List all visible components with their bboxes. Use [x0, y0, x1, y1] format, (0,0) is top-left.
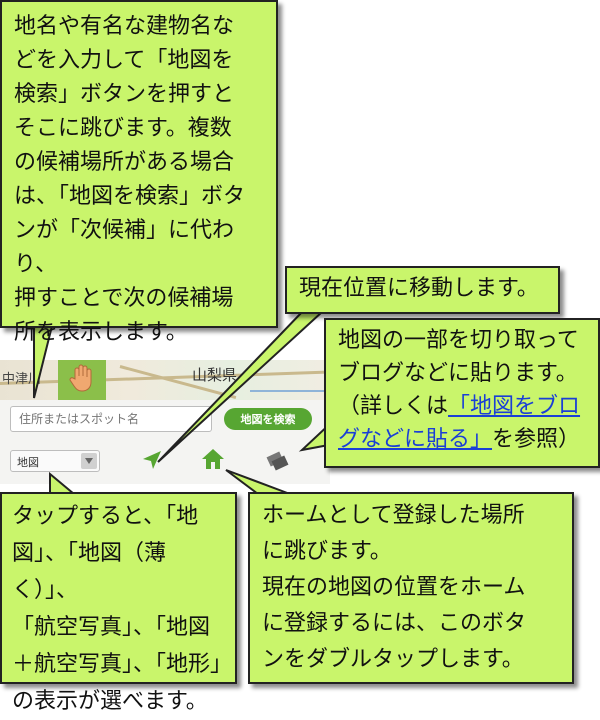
- pan-mode-button[interactable]: [58, 360, 106, 400]
- callout-line: 地名や有名な建物名な: [14, 14, 235, 39]
- map-type-select[interactable]: 地図: [10, 450, 100, 472]
- callout-line: 押すことで次の候補場: [14, 286, 234, 311]
- hand-icon: [69, 363, 95, 397]
- clip-help-link[interactable]: 「地図をブロ: [448, 394, 580, 419]
- callout-location-help: 現在位置に移動します。: [285, 266, 560, 314]
- callout-text: （詳しくは: [338, 394, 449, 419]
- callout-line: （詳しくは「地図をブロ: [338, 390, 590, 423]
- home-icon: [200, 447, 226, 475]
- callout-clip-help: 地図の一部を切り取って ブログなどに貼ります。 （詳しくは「地図をブロ グなどに…: [324, 318, 600, 468]
- map-view[interactable]: 中津川 山梨県: [0, 360, 330, 400]
- callout-line: タップすると、「地: [12, 504, 199, 529]
- callout-line: 検索」ボタンを押すと: [14, 82, 235, 107]
- callout-line: どを入力して「地図を: [14, 48, 234, 73]
- callout-line: ンをダブルタップします。: [262, 647, 524, 672]
- callout-line: ＋航空写真」、「地形」: [12, 652, 233, 677]
- current-location-button[interactable]: [138, 448, 166, 476]
- callout-line: に跳びます。: [262, 539, 392, 564]
- callout-line: 所を表示します。: [14, 320, 188, 345]
- callout-line: 地図の一部を切り取って: [338, 328, 579, 353]
- home-button[interactable]: [198, 446, 228, 476]
- callout-search-help: 地名や有名な建物名な どを入力して「地図を 検索」ボタンを押すと そこに跳びます…: [0, 0, 278, 345]
- callout-line: 現在の地図の位置をホーム: [262, 575, 526, 600]
- clip-help-link[interactable]: グなどに貼る」: [338, 427, 492, 452]
- callout-line: に登録するには、このボタ: [262, 611, 527, 636]
- map-place-label: 山梨県: [192, 366, 238, 384]
- search-input[interactable]: [10, 406, 212, 432]
- map-control-panel: 地図を検索 地図: [0, 400, 330, 484]
- callout-line: 図」、「地図（薄く）」、: [12, 541, 167, 603]
- callout-line: 現在位置に移動します。: [299, 276, 539, 301]
- callout-maptype-help: タップすると、「地 図」、「地図（薄く）」、 「航空写真」、「地図 ＋航空写真」…: [0, 492, 237, 714]
- callout-line: 「航空写真」、「地図: [12, 615, 211, 640]
- clip-map-button[interactable]: [262, 448, 292, 476]
- map-place-label: 中津川: [2, 372, 42, 387]
- callout-home-help: ホームとして登録した場所 に跳びます。 現在の地図の位置をホーム に登録するには…: [248, 492, 574, 684]
- location-arrow-icon: [141, 449, 163, 475]
- map-search-button[interactable]: 地図を検索: [224, 408, 312, 430]
- callout-line: ンが「次候補」に代わり、: [14, 218, 235, 277]
- callout-line: の表示が選べます。: [12, 689, 208, 714]
- callout-line: は、「地図を検索」ボタ: [14, 184, 246, 209]
- callout-line: ホームとして登録した場所: [262, 503, 525, 528]
- clip-icon: [264, 448, 290, 476]
- map-type-value: 地図: [17, 456, 39, 469]
- callout-line: の候補場所がある場合: [14, 150, 235, 175]
- dropdown-arrow-icon: [81, 453, 97, 469]
- callout-text: を参照）: [492, 427, 581, 452]
- callout-line: そこに跳びます。複数: [14, 116, 232, 141]
- callout-line: グなどに貼る」を参照）: [338, 423, 590, 456]
- callout-line: ブログなどに貼ります。: [338, 361, 578, 386]
